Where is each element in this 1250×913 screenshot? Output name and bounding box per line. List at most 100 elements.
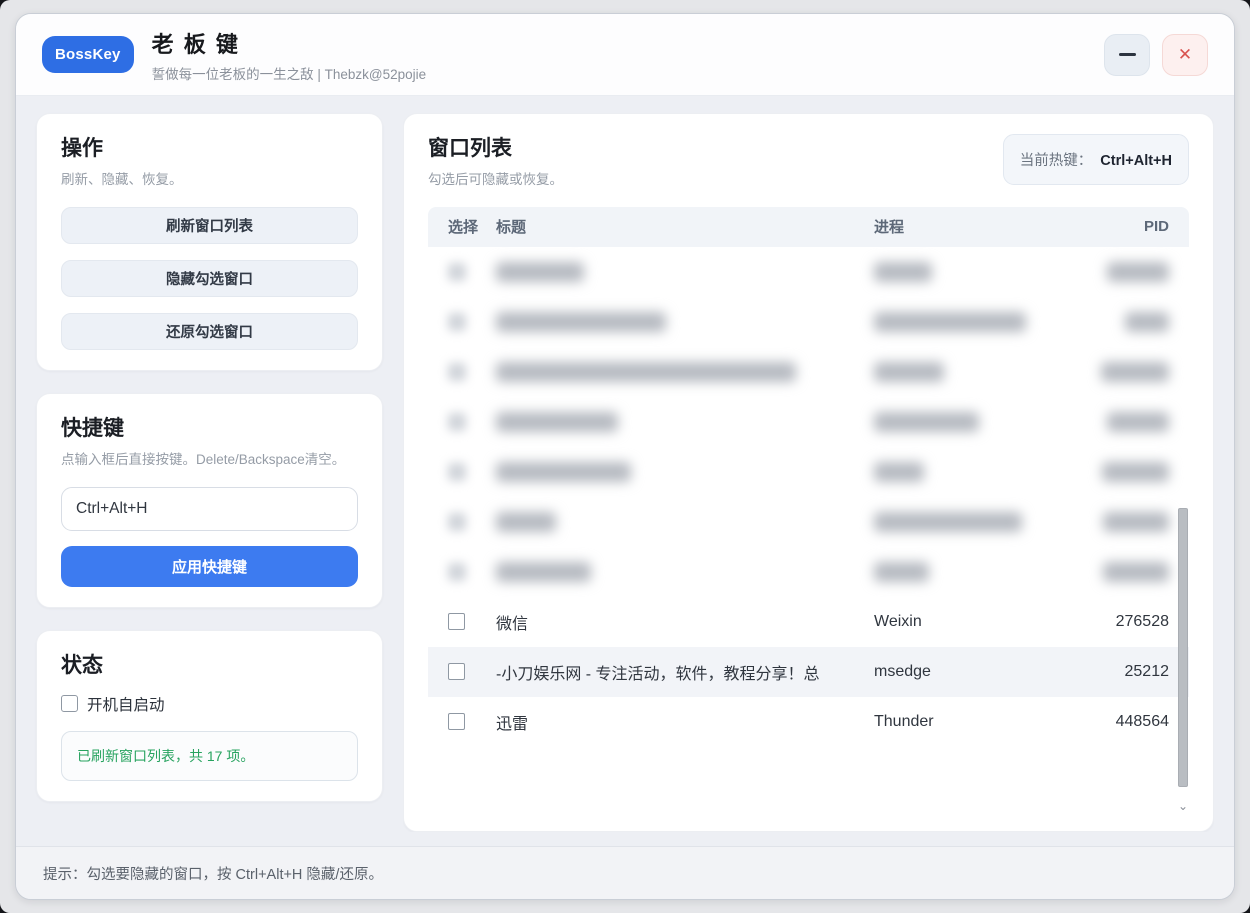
- scrollbar-thumb[interactable]: [1178, 508, 1188, 786]
- current-hotkey-badge: 当前热键： Ctrl+Alt+H: [1003, 134, 1189, 185]
- redacted-title-blob: [496, 362, 796, 382]
- row-pid-cell: 448564: [1079, 713, 1169, 731]
- window-list-panel: 窗口列表 勾选后可隐藏或恢复。 当前热键： Ctrl+Alt+H 选择 标题: [403, 113, 1214, 832]
- status-message-box: 已刷新窗口列表，共 17 项。: [61, 731, 358, 781]
- redacted-process-blob: [874, 312, 1026, 332]
- redacted-process-blob: [874, 412, 979, 432]
- window-list-subtitle: 勾选后可隐藏或恢复。: [428, 170, 563, 191]
- row-process-cell: Thunder: [874, 713, 1079, 731]
- row-checkbox[interactable]: [448, 713, 465, 730]
- col-header-process: 进程: [874, 216, 1079, 237]
- table-row-redacted[interactable]: [428, 397, 1189, 447]
- redacted-process-blob: [874, 562, 929, 582]
- redacted-title-blob: [496, 462, 631, 482]
- redacted-title-blob: [496, 312, 666, 332]
- scroll-down-icon[interactable]: ⌄: [1177, 799, 1189, 815]
- redacted-process-blob: [874, 362, 944, 382]
- close-icon: ✕: [1178, 45, 1192, 65]
- row-pid-cell: 276528: [1079, 613, 1169, 631]
- table-row-redacted[interactable]: [428, 447, 1189, 497]
- redacted-process-blob: [874, 262, 932, 282]
- minimize-button[interactable]: [1104, 34, 1150, 76]
- redacted-checkbox-blob: [448, 413, 466, 431]
- redacted-pid-blob: [1107, 262, 1169, 282]
- hotkey-card: 快捷键 点输入框后直接按键。Delete/Backspace清空。 应用快捷键: [36, 393, 383, 608]
- title-bar: BossKey 老 板 键 誓做每一位老板的一生之敌 | Thebzk@52po…: [16, 14, 1234, 96]
- footer-bar: 提示：勾选要隐藏的窗口，按 Ctrl+Alt+H 隐藏/还原。: [16, 846, 1234, 899]
- row-title-cell: -小刀娱乐网 - 专注活动，软件，教程分享！总: [496, 660, 874, 684]
- redacted-checkbox-blob: [448, 313, 466, 331]
- apply-hotkey-button[interactable]: 应用快捷键: [61, 546, 358, 587]
- redacted-process-blob: [874, 462, 924, 482]
- window-list-card: 窗口列表 勾选后可隐藏或恢复。 当前热键： Ctrl+Alt+H 选择 标题: [403, 113, 1214, 832]
- status-card: 状态 开机自启动 已刷新窗口列表，共 17 项。: [36, 630, 383, 802]
- redacted-pid-blob: [1125, 312, 1169, 332]
- autostart-label: 开机自启动: [87, 693, 165, 715]
- table-row-redacted[interactable]: [428, 347, 1189, 397]
- restore-checked-windows-button[interactable]: 还原勾选窗口: [61, 313, 358, 350]
- col-header-select: 选择: [448, 216, 496, 237]
- table-row-redacted[interactable]: [428, 497, 1189, 547]
- redacted-title-blob: [496, 512, 556, 532]
- table-row[interactable]: 微信 Weixin 276528: [428, 597, 1189, 647]
- current-hotkey-value: Ctrl+Alt+H: [1100, 153, 1172, 169]
- row-checkbox[interactable]: [448, 613, 465, 630]
- refresh-window-list-button[interactable]: 刷新窗口列表: [61, 207, 358, 244]
- window-list-titles: 窗口列表 勾选后可隐藏或恢复。: [428, 132, 563, 191]
- row-title-cell: 微信: [496, 610, 874, 634]
- window-list-title: 窗口列表: [428, 132, 563, 162]
- window-table: 选择 标题 进程 PID: [428, 207, 1189, 815]
- actions-subtitle: 刷新、隐藏、恢复。: [61, 170, 358, 191]
- bosskey-window: BossKey 老 板 键 誓做每一位老板的一生之敌 | Thebzk@52po…: [15, 13, 1235, 900]
- redacted-process-blob: [874, 512, 1022, 532]
- window-list-header: 窗口列表 勾选后可隐藏或恢复。 当前热键： Ctrl+Alt+H: [428, 132, 1189, 191]
- table-row-redacted[interactable]: [428, 547, 1189, 597]
- close-button[interactable]: ✕: [1162, 34, 1208, 76]
- hotkey-input[interactable]: [61, 487, 358, 531]
- autostart-checkbox[interactable]: [61, 695, 78, 712]
- row-process-cell: msedge: [874, 663, 1079, 681]
- redacted-title-blob: [496, 562, 591, 582]
- header-titles: 老 板 键 誓做每一位老板的一生之敌 | Thebzk@52pojie: [152, 27, 427, 83]
- app-subtitle: 誓做每一位老板的一生之敌 | Thebzk@52pojie: [152, 63, 427, 83]
- redacted-pid-blob: [1103, 562, 1169, 582]
- status-message: 已刷新窗口列表，共 17 项。: [77, 748, 254, 764]
- main-content: 操作 刷新、隐藏、恢复。 刷新窗口列表 隐藏勾选窗口 还原勾选窗口 快捷键 点输…: [16, 96, 1234, 846]
- table-row[interactable]: -小刀娱乐网 - 专注活动，软件，教程分享！总 msedge 25212: [428, 647, 1189, 697]
- footer-tip: 提示：勾选要隐藏的窗口，按 Ctrl+Alt+H 隐藏/还原。: [43, 863, 383, 884]
- current-hotkey-label: 当前热键：: [1020, 153, 1093, 169]
- redacted-checkbox-blob: [448, 363, 466, 381]
- redacted-pid-blob: [1107, 412, 1169, 432]
- table-header-row: 选择 标题 进程 PID: [428, 207, 1189, 247]
- table-row-redacted[interactable]: [428, 247, 1189, 297]
- app-title: 老 板 键: [152, 27, 427, 59]
- hotkey-title: 快捷键: [61, 412, 358, 442]
- table-row[interactable]: 迅雷 Thunder 448564: [428, 697, 1189, 747]
- actions-title: 操作: [61, 132, 358, 162]
- hide-checked-windows-button[interactable]: 隐藏勾选窗口: [61, 260, 358, 297]
- table-row-redacted[interactable]: [428, 297, 1189, 347]
- row-checkbox[interactable]: [448, 663, 465, 680]
- status-title: 状态: [61, 649, 358, 679]
- actions-card: 操作 刷新、隐藏、恢复。 刷新窗口列表 隐藏勾选窗口 还原勾选窗口: [36, 113, 383, 371]
- col-header-pid: PID: [1079, 218, 1169, 235]
- row-pid-cell: 25212: [1079, 663, 1169, 681]
- table-scrollbar[interactable]: ⌄: [1177, 247, 1189, 815]
- row-process-cell: Weixin: [874, 613, 1079, 631]
- redacted-checkbox-blob: [448, 513, 466, 531]
- redacted-title-blob: [496, 262, 584, 282]
- minimize-icon: [1119, 53, 1136, 56]
- redacted-checkbox-blob: [448, 563, 466, 581]
- redacted-pid-blob: [1101, 362, 1169, 382]
- col-header-title: 标题: [496, 216, 874, 237]
- app-logo: BossKey: [42, 36, 134, 73]
- redacted-title-blob: [496, 412, 618, 432]
- autostart-row[interactable]: 开机自启动: [61, 693, 358, 715]
- redacted-checkbox-blob: [448, 263, 466, 281]
- redacted-pid-blob: [1102, 462, 1169, 482]
- redacted-checkbox-blob: [448, 463, 466, 481]
- desktop-background: BossKey 老 板 键 誓做每一位老板的一生之敌 | Thebzk@52po…: [0, 0, 1250, 913]
- hotkey-subtitle: 点输入框后直接按键。Delete/Backspace清空。: [61, 450, 358, 471]
- row-title-cell: 迅雷: [496, 710, 874, 734]
- left-sidebar: 操作 刷新、隐藏、恢复。 刷新窗口列表 隐藏勾选窗口 还原勾选窗口 快捷键 点输…: [36, 113, 383, 832]
